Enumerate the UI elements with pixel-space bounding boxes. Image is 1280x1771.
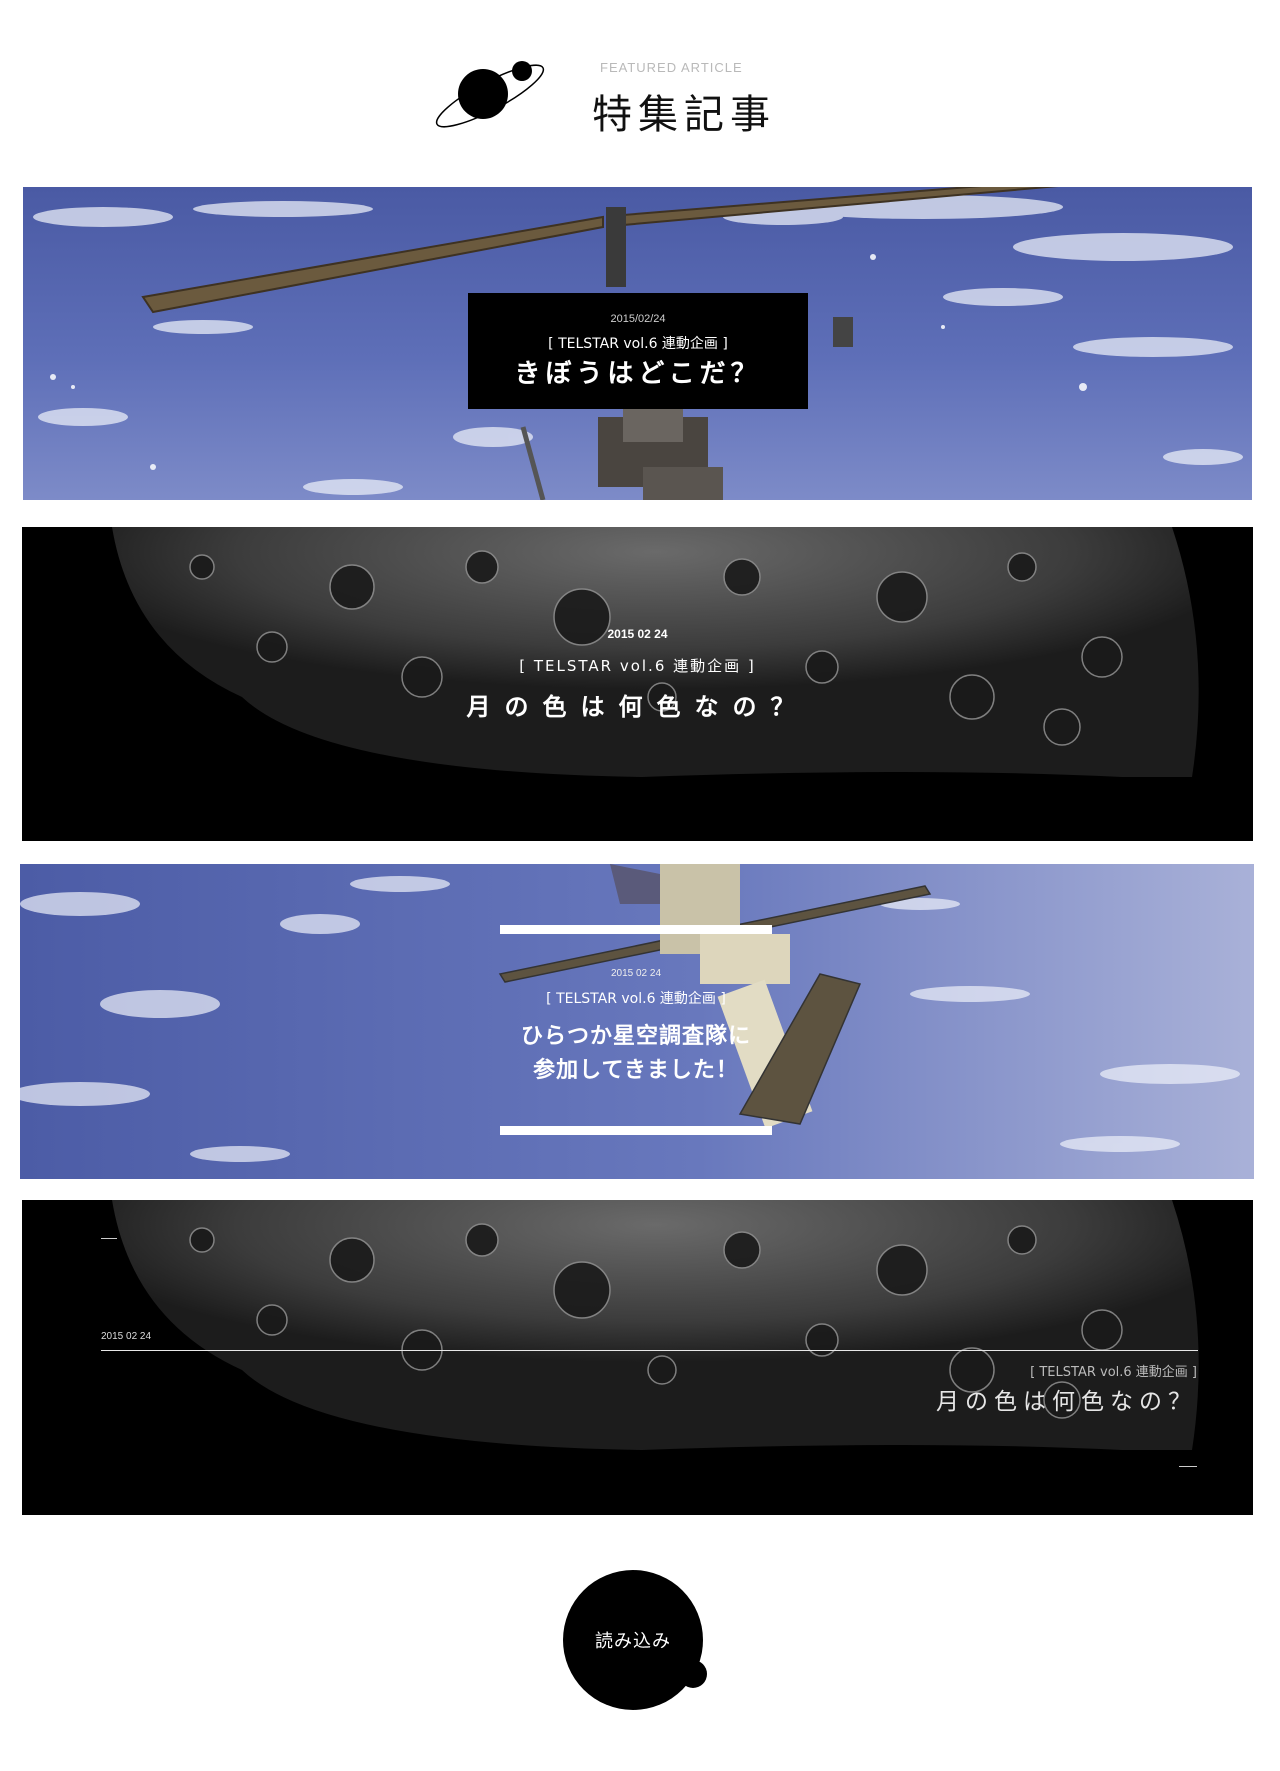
planet-logo-icon xyxy=(435,61,545,128)
decorative-bar-bottom xyxy=(500,1126,772,1135)
article-title[interactable]: 月の色は何色なの？ xyxy=(936,1382,1197,1416)
article-date: 2015 02 24 xyxy=(607,627,668,641)
article-series: [ TELSTAR vol.6 連動企画 ] xyxy=(548,336,728,352)
article-title[interactable]: 月の色は何色なの？ xyxy=(22,687,1253,722)
load-more-button[interactable]: 読み込み xyxy=(563,1570,703,1710)
divider-line xyxy=(101,1350,1198,1351)
load-more-dot xyxy=(679,1660,707,1688)
article-date: 2015 02 24 xyxy=(610,968,662,979)
section-header: FEATURED ARTICLE 特集記事 xyxy=(0,0,1280,150)
decorative-dash xyxy=(1179,1466,1197,1467)
article-title[interactable]: きぼうはどこだ？ xyxy=(468,353,808,390)
article-card-2[interactable]: 2015 02 24 [ TELSTAR vol.6 連動企画 ] 月の色は何色… xyxy=(22,527,1253,841)
article-date: 2015/02/24 xyxy=(610,313,666,325)
article-series: [ TELSTAR vol.6 連動企画 ] xyxy=(546,991,726,1007)
article-card-3[interactable]: 2015 02 24 [ TELSTAR vol.6 連動企画 ] ひらつか星空… xyxy=(20,864,1254,1179)
article-date: 2015 02 24 xyxy=(101,1331,152,1342)
article-card-1[interactable]: 2015/02/24 [ TELSTAR vol.6 連動企画 ] きぼうはどこ… xyxy=(23,187,1252,500)
decorative-bar-top xyxy=(500,925,772,934)
decorative-dash xyxy=(101,1238,117,1239)
article-image-moon xyxy=(22,527,1253,841)
load-more: 読み込み xyxy=(560,1570,710,1720)
article-title-line-1: ひらつか星空調査隊に xyxy=(520,1024,751,1049)
article-series: [ TELSTAR vol.6 連動企画 ] xyxy=(1030,1365,1197,1380)
section-title: 特集記事 xyxy=(592,92,776,138)
section-kicker: FEATURED ARTICLE xyxy=(600,60,743,75)
article-title[interactable]: ひらつか星空調査隊に 参加してきました！ xyxy=(400,1020,872,1088)
article-series: [ TELSTAR vol.6 連動企画 ] xyxy=(519,657,756,675)
article-label-box: 2015/02/24 [ TELSTAR vol.6 連動企画 ] きぼうはどこ… xyxy=(468,293,808,409)
article-title-line-2: 参加してきました！ xyxy=(533,1058,739,1083)
article-card-4[interactable]: 2015 02 24 [ TELSTAR vol.6 連動企画 ] 月の色は何色… xyxy=(22,1200,1253,1515)
article-image-moon xyxy=(22,1200,1253,1515)
